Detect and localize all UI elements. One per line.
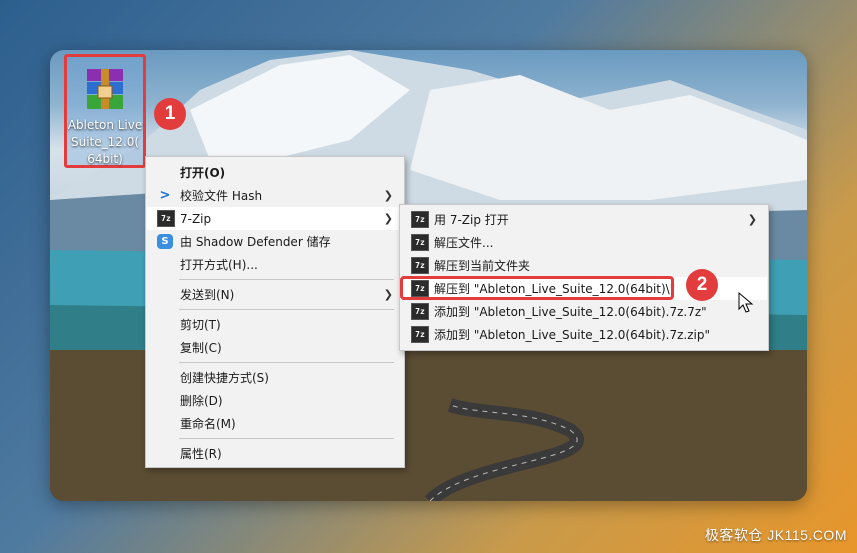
context-menu: 打开(O) > 校验文件 Hash ❯ 7z 7-Zip ❯ S 由 Shado… xyxy=(145,156,405,468)
menu-item-send-to[interactable]: 发送到(N) ❯ xyxy=(147,283,403,306)
menu-item-properties[interactable]: 属性(R) xyxy=(147,442,403,465)
step-badge-2: 2 xyxy=(686,269,718,301)
menu-item-shadow-defender[interactable]: S 由 Shadow Defender 储存 xyxy=(147,230,403,253)
menu-separator xyxy=(179,309,394,310)
desktop-file-icon[interactable]: Ableton Live Suite_12.0( 64bit) xyxy=(64,54,146,168)
submenu-item-add-to-zip[interactable]: 7z 添加到 "Ableton_Live_Suite_12.0(64bit).7… xyxy=(401,323,767,346)
menu-item-7zip[interactable]: 7z 7-Zip ❯ xyxy=(147,207,403,230)
menu-item-delete[interactable]: 删除(D) xyxy=(147,389,403,412)
7zip-icon: 7z xyxy=(157,210,175,227)
menu-item-rename[interactable]: 重命名(M) xyxy=(147,412,403,435)
watermark: 极客软仓 JK115.COM xyxy=(704,527,847,543)
step-badge-1: 1 xyxy=(154,98,186,130)
highlight-outline xyxy=(400,276,674,300)
menu-item-open[interactable]: 打开(O) xyxy=(147,161,403,184)
menu-item-cut[interactable]: 剪切(T) xyxy=(147,313,403,336)
7zip-icon: 7z xyxy=(411,234,429,251)
menu-item-copy[interactable]: 复制(C) xyxy=(147,336,403,359)
file-name-label: Ableton Live Suite_12.0( 64bit) xyxy=(67,118,143,166)
menu-item-hash[interactable]: > 校验文件 Hash ❯ xyxy=(147,184,403,207)
chevron-right-icon: ❯ xyxy=(383,212,393,225)
7zip-icon: 7z xyxy=(411,257,429,274)
menu-separator xyxy=(179,438,394,439)
submenu-item-add-to-7z[interactable]: 7z 添加到 "Ableton_Live_Suite_12.0(64bit).7… xyxy=(401,300,767,323)
chevron-right-icon: ❯ xyxy=(383,288,393,301)
chevron-right-icon: ❯ xyxy=(747,213,757,226)
mouse-cursor-icon xyxy=(738,292,754,313)
winrar-archive-icon xyxy=(87,69,123,109)
menu-separator xyxy=(179,362,394,363)
submenu-item-extract-files[interactable]: 7z 解压文件... xyxy=(401,231,767,254)
menu-item-create-shortcut[interactable]: 创建快捷方式(S) xyxy=(147,366,403,389)
menu-item-open-with[interactable]: 打开方式(H)... xyxy=(147,253,403,276)
7zip-icon: 7z xyxy=(411,326,429,343)
shield-icon: S xyxy=(157,234,173,249)
hash-icon: > xyxy=(159,188,171,203)
menu-separator xyxy=(179,279,394,280)
7zip-icon: 7z xyxy=(411,303,429,320)
7zip-icon: 7z xyxy=(411,211,429,228)
submenu-item-open-7zip[interactable]: 7z 用 7-Zip 打开 ❯ xyxy=(401,208,767,231)
chevron-right-icon: ❯ xyxy=(383,189,393,202)
